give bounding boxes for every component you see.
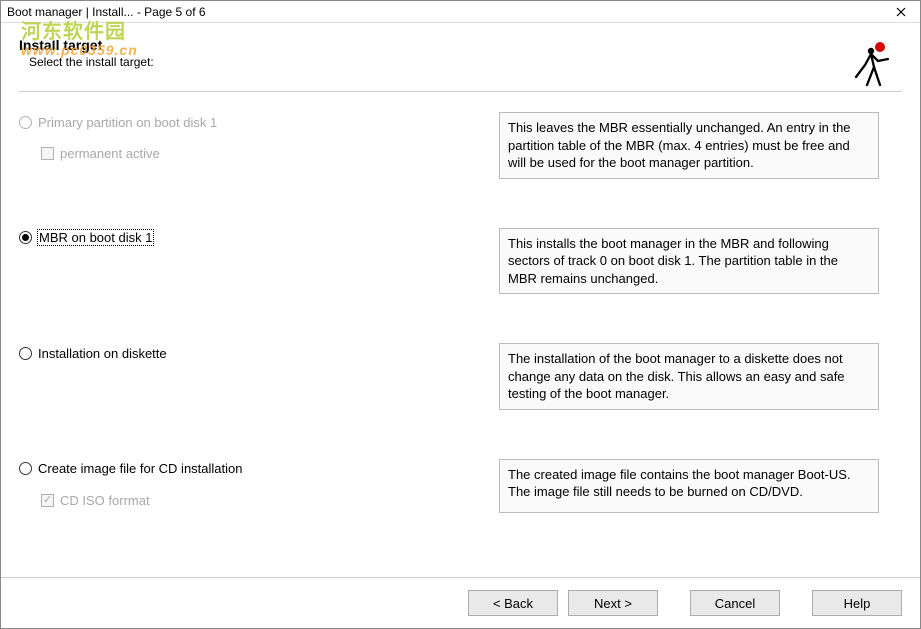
help-button[interactable]: Help: [812, 590, 902, 616]
next-button[interactable]: Next >: [568, 590, 658, 616]
back-button[interactable]: < Back: [468, 590, 558, 616]
app-logo: [850, 41, 890, 87]
description-primary-partition: This leaves the MBR essentially unchange…: [499, 112, 879, 179]
radio-diskette-label[interactable]: Installation on diskette: [38, 346, 167, 361]
radio-cd-image-label[interactable]: Create image file for CD installation: [38, 461, 242, 476]
description-cd-image: The created image file contains the boot…: [499, 459, 879, 513]
page-subtitle: Select the install target:: [29, 55, 902, 69]
radio-cd-image[interactable]: [19, 462, 32, 475]
radio-mbr-label[interactable]: MBR on boot disk 1: [38, 230, 153, 245]
option-mbr: MBR on boot disk 1 This installs the boo…: [19, 228, 902, 295]
radio-primary-partition: [19, 116, 32, 129]
options-container: Primary partition on boot disk 1 permane…: [1, 112, 920, 513]
window-title: Boot manager | Install... - Page 5 of 6: [7, 5, 206, 19]
checkbox-permanent-active: [41, 147, 54, 160]
checkbox-cd-iso-format: [41, 494, 54, 507]
description-diskette: The installation of the boot manager to …: [499, 343, 879, 410]
option-primary-partition: Primary partition on boot disk 1 permane…: [19, 112, 902, 179]
cancel-button[interactable]: Cancel: [690, 590, 780, 616]
title-bar: Boot manager | Install... - Page 5 of 6: [1, 1, 920, 23]
header-divider: [19, 91, 902, 92]
radio-primary-partition-label: Primary partition on boot disk 1: [38, 115, 217, 130]
wizard-footer: < Back Next > Cancel Help: [1, 577, 920, 628]
option-diskette: Installation on diskette The installatio…: [19, 343, 902, 410]
option-cd-image: Create image file for CD installation CD…: [19, 459, 902, 513]
checkbox-permanent-active-label: permanent active: [60, 146, 160, 161]
radio-diskette[interactable]: [19, 347, 32, 360]
page-title: Install target: [19, 37, 902, 53]
checkbox-cd-iso-format-label: CD ISO forrmat: [60, 493, 150, 508]
close-icon: [896, 7, 906, 17]
radio-mbr[interactable]: [19, 231, 32, 244]
description-mbr: This installs the boot manager in the MB…: [499, 228, 879, 295]
close-button[interactable]: [886, 2, 916, 22]
wizard-header: Install target Select the install target…: [1, 23, 920, 91]
